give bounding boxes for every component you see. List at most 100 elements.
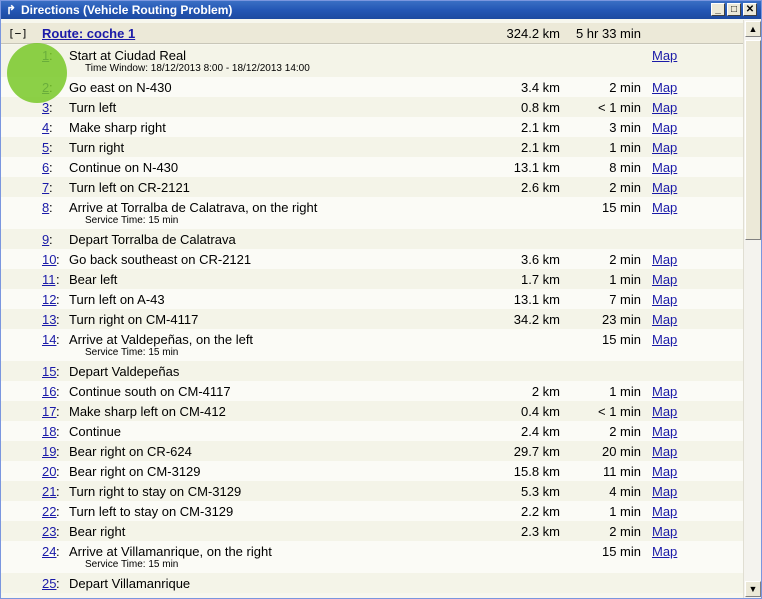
map-link[interactable]: Map [652,180,677,195]
step-instruction: Turn left on A-43 [69,292,165,307]
step-number-link[interactable]: 18 [42,424,56,439]
step-colon: : [56,252,60,267]
step-number-link[interactable]: 14 [42,332,56,347]
step-time: 2 min [609,80,641,95]
step-number-link[interactable]: 13 [42,312,56,327]
direction-step-row: 24: Arrive at Villamanrique, on the right… [1,541,743,573]
step-instruction: Make sharp right [69,120,166,135]
vertical-scrollbar[interactable]: ▲ ▼ [743,20,761,598]
step-number-link[interactable]: 10 [42,252,56,267]
close-button[interactable]: ✕ [743,3,757,16]
direction-step-row: 15: Depart Valdepeñas [1,361,743,381]
map-link[interactable]: Map [652,384,677,399]
direction-step-row: 25: Depart Villamanrique [1,573,743,593]
scroll-up-icon[interactable]: ▲ [745,21,761,37]
map-link[interactable]: Map [652,332,677,347]
map-link[interactable]: Map [652,272,677,287]
map-link[interactable]: Map [652,252,677,267]
map-link[interactable]: Map [652,404,677,419]
route-total-time: 5 hr 33 min [575,26,641,41]
step-time: 23 min [601,312,641,327]
step-number-link[interactable]: 23 [42,524,56,539]
step-distance: 2.6 km [520,180,560,195]
direction-step-row: 7: Turn left on CR-2121 2.6 km 2 min Map [1,177,743,197]
map-link[interactable]: Map [652,484,677,499]
direction-step-row: 5: Turn right 2.1 km 1 min Map [1,137,743,157]
map-link[interactable]: Map [652,80,677,95]
map-link[interactable]: Map [652,544,677,559]
step-number-link[interactable]: 24 [42,544,56,559]
step-colon: : [56,272,60,287]
step-distance: 15.8 km [513,464,560,479]
map-link[interactable]: Map [652,312,677,327]
step-number-link[interactable]: 19 [42,444,56,459]
step-instruction: Turn left to stay on CM-3129 [69,504,234,519]
map-link[interactable]: Map [652,464,677,479]
step-detail: Service Time: 15 min [85,347,179,358]
map-link[interactable]: Map [652,292,677,307]
step-number-link[interactable]: 12 [42,292,56,307]
step-time: 8 min [609,160,641,175]
step-distance: 1.7 km [520,272,560,287]
step-colon: : [56,576,60,591]
title-bar[interactable]: ↱ Directions (Vehicle Routing Problem) _… [1,1,761,19]
step-time: 1 min [609,384,641,399]
step-number-link[interactable]: 20 [42,464,56,479]
step-colon: : [56,444,60,459]
step-time: 7 min [609,292,641,307]
step-number-link[interactable]: 22 [42,504,56,519]
step-colon: : [56,544,60,559]
direction-step-row: 10: Go back southeast on CR-2121 3.6 km 2 m… [1,249,743,269]
collapse-toggle[interactable]: [−] [8,27,28,40]
step-instruction: Bear right on CR-624 [69,444,192,459]
step-distance: 2.1 km [520,140,560,155]
directions-list: [−] Route: coche 1 324.2 km 5 hr 33 min … [1,20,743,598]
step-detail: Service Time: 15 min [85,215,179,226]
map-link[interactable]: Map [652,200,677,215]
step-detail: Time Window: 18/12/2013 8:00 - 18/12/201… [85,63,310,74]
step-distance: 34.2 km [513,312,560,327]
direction-step-row: 3: Turn left 0.8 km < 1 min Map [1,97,743,117]
step-instruction: Depart Villamanrique [69,576,191,591]
map-link[interactable]: Map [652,424,677,439]
scroll-down-icon[interactable]: ▼ [745,581,761,597]
direction-step-row: 2:Go east on N-4303.4 km2 minMap [1,77,743,97]
step-time: 2 min [609,424,641,439]
scroll-thumb[interactable] [745,40,761,240]
step-time: 11 min [602,464,641,479]
step-time: 15 min [601,332,641,347]
step-time: < 1 min [598,404,641,419]
map-link[interactable]: Map [652,160,677,175]
step-number-link[interactable]: 15 [42,364,56,379]
direction-step-row: 8: Arrive at Torralba de Calatrava, on th… [1,197,743,229]
route-link[interactable]: Route: coche 1 [42,26,135,41]
step-number-link[interactable]: 25 [42,576,56,591]
step-detail: Service Time: 15 min [85,559,179,570]
step-instruction: Turn left on CR-2121 [69,180,190,195]
step-number-link[interactable]: 21 [42,484,56,499]
step-colon: : [49,180,53,195]
step-number-link[interactable]: 11 [42,272,56,287]
maximize-button[interactable]: □ [727,3,741,16]
step-instruction: Turn right to stay on CM-3129 [69,484,242,499]
step-time: 2 min [609,524,641,539]
map-link[interactable]: Map [652,140,677,155]
step-distance: 2.2 km [520,504,560,519]
minimize-button[interactable]: _ [711,3,725,16]
map-link[interactable]: Map [652,504,677,519]
step-time: 1 min [609,504,641,519]
step-instruction: Bear right on CM-3129 [69,464,201,479]
step-colon: : [49,140,53,155]
step-number-link[interactable]: 17 [42,404,56,419]
map-link[interactable]: Map [652,48,677,63]
step-time: 1 min [609,272,641,287]
step-instruction: Turn right [69,140,125,155]
step-number-link[interactable]: 16 [42,384,56,399]
map-link[interactable]: Map [652,524,677,539]
step-instruction: Arrive at Villamanrique, on the right [69,544,272,559]
map-link[interactable]: Map [652,120,677,135]
direction-step-row: 21: Turn right to stay on CM-3129 5.3 km 4 … [1,481,743,501]
map-link[interactable]: Map [652,100,677,115]
map-link[interactable]: Map [652,444,677,459]
step-colon: : [56,404,60,419]
